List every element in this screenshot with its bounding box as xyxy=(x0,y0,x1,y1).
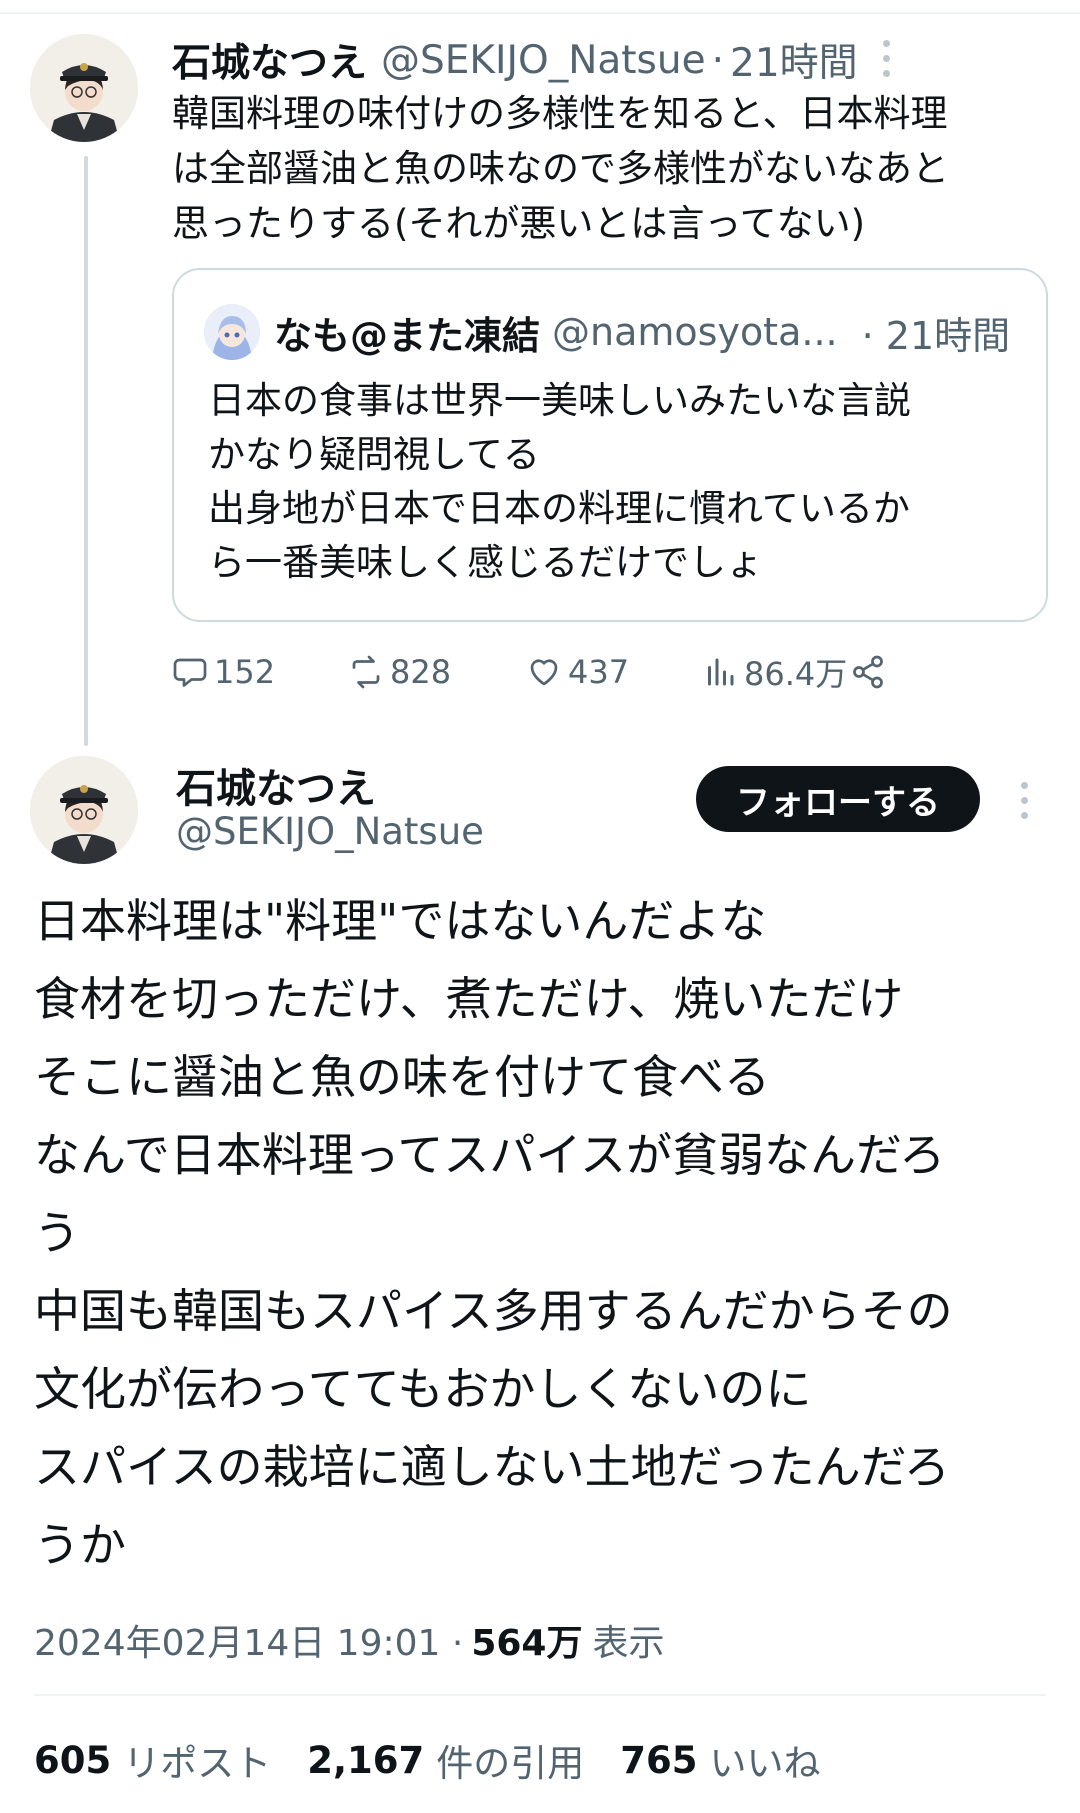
main-text-line: スパイスの栽培に適しない土地だったんだろ xyxy=(34,1440,950,1494)
quote-author-name: なも@また凍結 xyxy=(274,313,541,358)
reply-text-line: は全部醤油と魚の味なので多様性がないなあと xyxy=(172,147,949,190)
like-button[interactable]: 437 xyxy=(526,646,629,698)
reply-author-name[interactable]: 石城なつえ xyxy=(172,32,367,88)
tweet-view-count: 564万 xyxy=(471,1623,583,1664)
quote-author-avatar xyxy=(204,304,260,360)
main-text-line: うか xyxy=(34,1518,126,1572)
tweet-timestamp-row: 2024年02月14日 19:01 · 564万 表示 xyxy=(34,1614,664,1666)
reply-separator-dot: · xyxy=(711,37,724,83)
main-text-line: 食材を切っただけ、煮ただけ、焼いただけ xyxy=(34,972,904,1026)
repost-count: 828 xyxy=(390,653,452,691)
follow-button[interactable]: フォローする xyxy=(696,766,980,832)
main-author-handle[interactable]: @SEKIJO_Natsue xyxy=(176,810,484,853)
quote-author-handle: @namosyota... xyxy=(552,310,838,354)
reply-button[interactable]: 152 xyxy=(172,646,275,698)
reply-text-line: 思ったりする(それが悪いとは言ってない) xyxy=(172,202,866,245)
main-text-line: 中国も韓国もスパイス多用するんだからその xyxy=(34,1284,953,1338)
comment-icon xyxy=(173,658,207,687)
likes-label[interactable]: いいね xyxy=(710,1733,821,1787)
reposts-count[interactable]: 605 xyxy=(34,1739,111,1782)
main-text-line: なんで日本料理ってスパイスが貧弱なんだろ xyxy=(34,1128,946,1182)
reply-header: 石城なつえ @SEKIJO_Natsue · 21時間 xyxy=(172,32,1032,88)
likes-count[interactable]: 765 xyxy=(620,1739,697,1782)
reposts-label[interactable]: リポスト xyxy=(123,1733,271,1787)
repost-button[interactable]: 828 xyxy=(348,646,451,698)
quote-text-line: 出身地が日本で日本の料理に慣れているか xyxy=(208,487,910,530)
tweet-timestamp[interactable]: 2024年02月14日 19:01 · xyxy=(34,1614,463,1666)
reply-author-avatar[interactable] xyxy=(30,34,138,142)
main-text-line: 文化が伝わっててもおかしくないのに xyxy=(34,1362,812,1416)
thread-connector-line xyxy=(84,156,88,746)
main-text-line: そこに醤油と魚の味を付けて食べる xyxy=(34,1050,770,1104)
main-text-line: 日本料理は"料理"ではないんだよな xyxy=(34,894,767,948)
quoted-tweet-card[interactable]: なも@また凍結 @namosyota... · 21時間 日本の食事は世界一美味… xyxy=(172,268,1048,622)
more-vertical-icon[interactable] xyxy=(876,40,896,77)
like-count: 437 xyxy=(568,653,630,691)
reply-action-bar: 152 828 437 86.4万 xyxy=(172,646,1032,698)
bar-chart-icon xyxy=(708,658,734,686)
tweet-view-label: 表示 xyxy=(592,1623,665,1664)
main-text-line: う xyxy=(34,1206,80,1260)
reply-text-line: 韓国料理の味付けの多様性を知ると、日本料理 xyxy=(172,92,948,135)
reply-author-handle[interactable]: @SEKIJO_Natsue xyxy=(381,38,706,83)
heart-icon xyxy=(530,659,558,686)
quotes-label[interactable]: 件の引用 xyxy=(436,1733,584,1787)
quotes-count[interactable]: 2,167 xyxy=(307,1739,424,1782)
quote-text-line: ら一番美味しく感じるだけでしょ xyxy=(208,541,763,584)
main-author-name[interactable]: 石城なつえ xyxy=(176,756,376,814)
share-icon xyxy=(853,655,883,689)
reply-body: 韓国料理の味付けの多様性を知ると、日本料理 は全部醤油と魚の味なので多様性がない… xyxy=(172,86,1052,251)
quote-text-line: 日本の食事は世界一美味しいみたいな言説 xyxy=(208,379,911,422)
quote-header: なも@また凍結 @namosyota... · 21時間 xyxy=(204,304,1010,360)
main-tweet-body: 日本料理は"料理"ではないんだよな 食材を切っただけ、煮ただけ、焼いただけ そこ… xyxy=(34,882,1044,1584)
views-button[interactable]: 86.4万 xyxy=(702,646,847,698)
reply-timestamp[interactable]: 21時間 xyxy=(730,32,858,88)
view-count: 86.4万 xyxy=(744,655,848,693)
more-vertical-icon[interactable] xyxy=(1014,782,1034,819)
quote-text-line: かなり疑問視してる xyxy=(208,433,540,476)
quote-body: 日本の食事は世界一美味しいみたいな言説 かなり疑問視してる 出身地が日本で日本の… xyxy=(208,374,911,590)
engagement-stats: 605 リポスト 2,167 件の引用 765 いいね xyxy=(34,1732,857,1788)
reply-count: 152 xyxy=(214,653,276,691)
quote-timestamp: · 21時間 xyxy=(861,313,1011,358)
stats-divider xyxy=(34,1694,1046,1696)
top-divider xyxy=(0,12,1080,14)
main-author-avatar[interactable] xyxy=(30,756,138,864)
repost-icon xyxy=(352,655,380,689)
share-button[interactable] xyxy=(850,646,892,698)
